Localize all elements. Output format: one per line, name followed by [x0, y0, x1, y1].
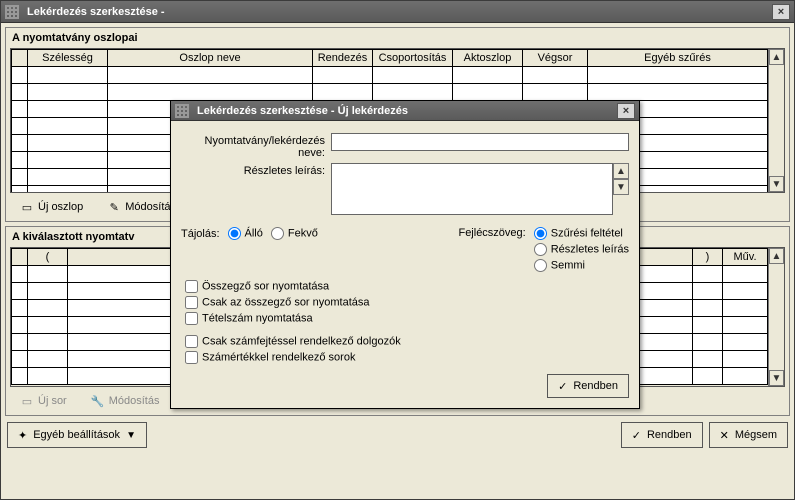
- check-icon: ✓: [632, 429, 641, 442]
- scroll-up-icon[interactable]: ▲: [613, 163, 629, 179]
- dialog-ok-button[interactable]: ✓ Rendben: [547, 374, 629, 398]
- th-filter[interactable]: Egyéb szűrés: [588, 50, 768, 67]
- scroll-up-icon[interactable]: ▲: [769, 49, 784, 65]
- main-ok-button[interactable]: ✓ Rendben: [621, 422, 703, 448]
- chk-sum-row[interactable]: Összegző sor nyomtatása: [185, 280, 629, 293]
- dialog-title: Lekérdezés szerkesztése - Új lekérdezés: [193, 105, 617, 117]
- orientation-group: Tájolás: Álló Fekvő: [181, 227, 318, 240]
- main-cancel-button[interactable]: ✕ Mégsem: [709, 422, 788, 448]
- options-group-1: Összegző sor nyomtatása Csak az összegző…: [185, 280, 629, 325]
- th-handle: [12, 50, 28, 67]
- main-close-button[interactable]: ×: [772, 4, 790, 20]
- main-action-bar: ✦ Egyéb beállítások ▼ ✓ Rendben ✕ Mégsem: [5, 420, 790, 450]
- other-settings-button[interactable]: ✦ Egyéb beállítások ▼: [7, 422, 147, 448]
- main-titlebar: Lekérdezés szerkesztése - ×: [1, 1, 794, 23]
- scroll-up-icon[interactable]: ▲: [769, 248, 784, 264]
- th-end[interactable]: Végsor: [523, 50, 588, 67]
- th2-handle: [12, 249, 28, 266]
- scroll-down-icon[interactable]: ▼: [613, 179, 629, 195]
- radio-portrait[interactable]: Álló: [228, 227, 263, 240]
- desc-label: Részletes leírás:: [181, 163, 331, 177]
- chk-only-payroll[interactable]: Csak számfejtéssel rendelkező dolgozók: [185, 335, 629, 348]
- radio-landscape[interactable]: Fekvő: [271, 227, 318, 240]
- new-column-button[interactable]: ▭ Új oszlop: [14, 199, 89, 215]
- edit-icon: ✎: [107, 200, 121, 214]
- app-icon: [5, 5, 19, 19]
- orientation-label: Tájolás:: [181, 228, 220, 240]
- chk-value-rows[interactable]: Számértékkel rendelkező sorok: [185, 351, 629, 364]
- radio-header-none[interactable]: Semmi: [534, 259, 629, 272]
- radio-header-filter[interactable]: Szűrési feltétel: [534, 227, 629, 240]
- th-act[interactable]: Aktoszlop: [453, 50, 523, 67]
- gear-icon: ✦: [18, 429, 27, 442]
- th2-open[interactable]: (: [28, 249, 68, 266]
- main-cancel-label: Mégsem: [735, 429, 777, 441]
- th-sort[interactable]: Rendezés: [313, 50, 373, 67]
- dialog-close-button[interactable]: ×: [617, 103, 635, 119]
- other-settings-label: Egyéb beállítások: [33, 429, 120, 441]
- modify-row-label: Módosítás: [109, 395, 160, 407]
- new-row-button[interactable]: ▭ Új sor: [14, 393, 73, 409]
- columns-scrollbar[interactable]: ▲ ▼: [768, 49, 784, 192]
- chk-item-count[interactable]: Tételszám nyomtatása: [185, 312, 629, 325]
- scroll-down-icon[interactable]: ▼: [769, 370, 784, 386]
- table-row[interactable]: [12, 67, 784, 84]
- new-query-dialog: Lekérdezés szerkesztése - Új lekérdezés …: [170, 100, 640, 409]
- filters-scrollbar[interactable]: ▲ ▼: [768, 248, 784, 386]
- document-icon: ▭: [20, 200, 34, 214]
- header-text-label: Fejlécszöveg:: [458, 227, 525, 239]
- dialog-ok-label: Rendben: [573, 380, 618, 392]
- main-title: Lekérdezés szerkesztése -: [23, 6, 772, 18]
- chk-only-sum[interactable]: Csak az összegző sor nyomtatása: [185, 296, 629, 309]
- th-group[interactable]: Csoportosítás: [373, 50, 453, 67]
- document-icon: ▭: [20, 394, 34, 408]
- check-icon: ✓: [558, 380, 567, 393]
- table-row[interactable]: [12, 84, 784, 101]
- modify-row-button[interactable]: 🔧 Módosítás: [85, 393, 166, 409]
- chevron-down-icon: ▼: [126, 430, 136, 441]
- th-width[interactable]: Szélesség: [28, 50, 108, 67]
- columns-panel-title: A nyomtatvány oszlopai: [12, 32, 785, 44]
- options-group-2: Csak számfejtéssel rendelkező dolgozók S…: [185, 335, 629, 364]
- th-colname[interactable]: Oszlop neve: [108, 50, 313, 67]
- wrench-icon: 🔧: [91, 394, 105, 408]
- scroll-down-icon[interactable]: ▼: [769, 176, 784, 192]
- dialog-titlebar: Lekérdezés szerkesztése - Új lekérdezés …: [171, 101, 639, 121]
- description-textarea[interactable]: [331, 163, 613, 215]
- th2-op[interactable]: Műv.: [723, 249, 768, 266]
- dialog-icon: [175, 104, 189, 118]
- th2-close[interactable]: ): [693, 249, 723, 266]
- x-icon: ✕: [720, 429, 729, 442]
- new-column-label: Új oszlop: [38, 201, 83, 213]
- radio-header-desc[interactable]: Részletes leírás: [534, 243, 629, 256]
- query-name-input[interactable]: [331, 133, 629, 151]
- header-text-group: Fejlécszöveg: Szűrési feltétel Részletes…: [458, 227, 629, 272]
- main-ok-label: Rendben: [647, 429, 692, 441]
- modify-column-label: Módosítás: [125, 201, 176, 213]
- new-row-label: Új sor: [38, 395, 67, 407]
- textarea-scrollbar[interactable]: ▲ ▼: [613, 163, 629, 195]
- name-label: Nyomtatvány/lekérdezés neve:: [181, 133, 331, 159]
